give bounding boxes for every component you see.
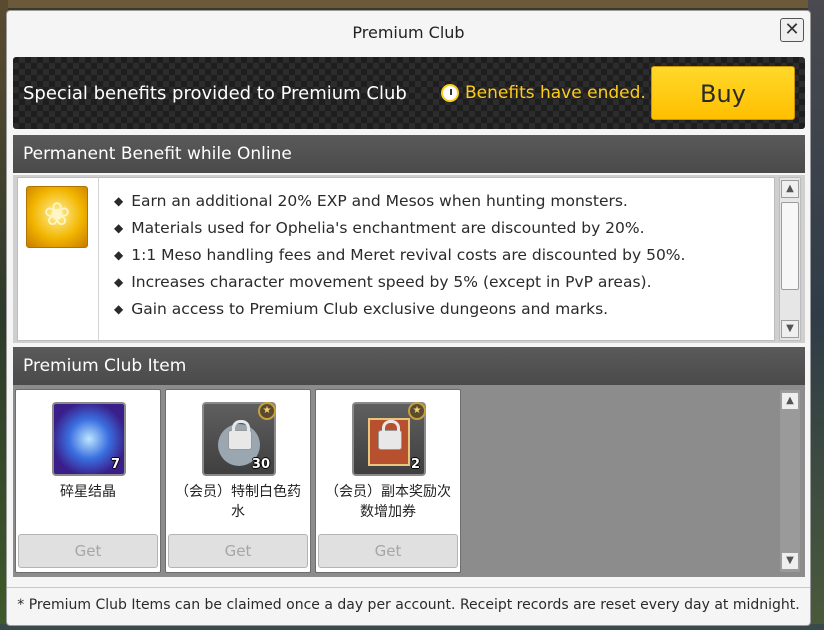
premium-item-panel: 7 碎星结晶 Get ★ 30 （会员）特制白色药水 Get ★ 2 （会员）副… bbox=[13, 385, 805, 577]
benefit-item: Gain access to Premium Club exclusive du… bbox=[114, 296, 685, 323]
benefit-content: ❀ Earn an additional 20% EXP and Mesos w… bbox=[17, 177, 775, 341]
benefit-status: Benefits have ended. bbox=[441, 83, 646, 103]
item-count: 7 bbox=[110, 457, 120, 472]
item-card: ★ 30 （会员）特制白色药水 Get bbox=[165, 389, 311, 573]
benefit-item: 1:1 Meso handling fees and Meret revival… bbox=[114, 242, 685, 269]
item-name: （会员）副本奖励次数增加券 bbox=[325, 484, 451, 520]
get-button[interactable]: Get bbox=[318, 534, 458, 568]
benefit-item: Earn an additional 20% EXP and Mesos whe… bbox=[114, 188, 685, 215]
title-bar[interactable]: Premium Club ✕ bbox=[7, 11, 810, 53]
benefit-icon-column: ❀ bbox=[18, 178, 99, 340]
premium-badge-icon: ★ bbox=[258, 402, 276, 420]
buy-button[interactable]: Buy bbox=[651, 66, 795, 120]
golden-leaf-icon: ❀ bbox=[26, 186, 88, 248]
premium-badge-icon: ★ bbox=[408, 402, 426, 420]
scroll-thumb[interactable] bbox=[781, 202, 799, 290]
item-name: 碎星结晶 bbox=[60, 484, 116, 500]
permanent-benefit-panel: ❀ Earn an additional 20% EXP and Mesos w… bbox=[13, 175, 805, 343]
background-top bbox=[0, 0, 824, 8]
footnote: * Premium Club Items can be claimed once… bbox=[7, 587, 810, 625]
scroll-down-arrow-icon[interactable]: ▼ bbox=[781, 552, 799, 570]
dungeon-ticket-icon[interactable]: ★ 2 bbox=[352, 402, 426, 476]
item-name: （会员）特制白色药水 bbox=[175, 484, 301, 520]
scroll-up-arrow-icon[interactable]: ▲ bbox=[781, 392, 799, 410]
white-potion-icon[interactable]: ★ 30 bbox=[202, 402, 276, 476]
banner-text: Special benefits provided to Premium Clu… bbox=[23, 83, 407, 104]
benefit-scrollbar[interactable]: ▲ ▼ bbox=[779, 177, 801, 341]
benefit-status-text: Benefits have ended. bbox=[465, 83, 646, 103]
item-card: 7 碎星结晶 Get bbox=[15, 389, 161, 573]
permanent-benefit-header: Permanent Benefit while Online bbox=[13, 135, 805, 173]
lock-icon bbox=[228, 420, 252, 450]
window-title: Premium Club bbox=[352, 23, 465, 42]
get-button[interactable]: Get bbox=[18, 534, 158, 568]
benefit-item: Increases character movement speed by 5%… bbox=[114, 269, 685, 296]
get-button[interactable]: Get bbox=[168, 534, 308, 568]
item-card: ★ 2 （会员）副本奖励次数增加券 Get bbox=[315, 389, 461, 573]
scroll-down-arrow-icon[interactable]: ▼ bbox=[781, 320, 799, 338]
premium-item-header: Premium Club Item bbox=[13, 347, 805, 385]
item-count: 2 bbox=[410, 457, 420, 472]
item-scrollbar[interactable]: ▲ ▼ bbox=[779, 389, 801, 573]
premium-club-window: Premium Club ✕ Special benefits provided… bbox=[6, 10, 811, 626]
benefit-list: Earn an additional 20% EXP and Mesos whe… bbox=[114, 188, 685, 323]
lock-icon bbox=[378, 420, 402, 450]
premium-banner: Special benefits provided to Premium Clu… bbox=[13, 57, 805, 129]
clock-icon bbox=[441, 84, 459, 102]
close-button[interactable]: ✕ bbox=[780, 18, 804, 42]
scroll-up-arrow-icon[interactable]: ▲ bbox=[781, 180, 799, 198]
item-count: 30 bbox=[251, 457, 270, 472]
benefit-item: Materials used for Ophelia's enchantment… bbox=[114, 215, 685, 242]
crystal-cube-icon[interactable]: 7 bbox=[52, 402, 126, 476]
